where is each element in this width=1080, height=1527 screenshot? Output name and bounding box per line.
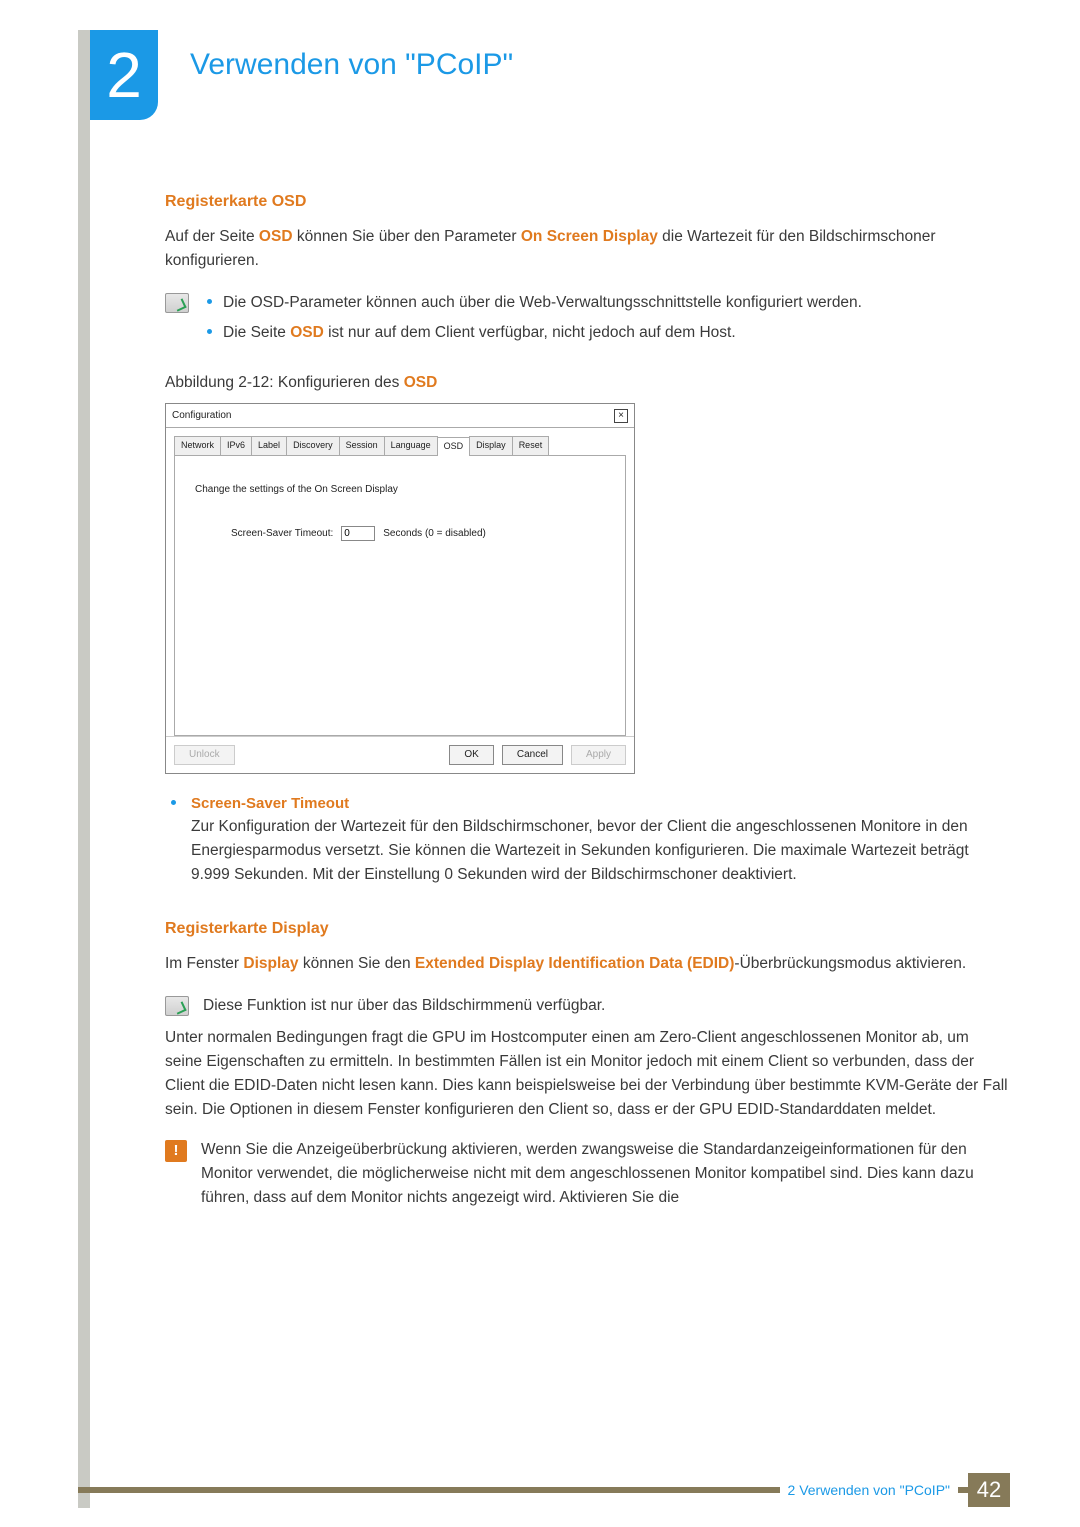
tab-language[interactable]: Language xyxy=(384,436,438,455)
bold-osd: OSD xyxy=(259,228,293,245)
chapter-title: Verwenden von "PCoIP" xyxy=(190,48,513,82)
cancel-button[interactable]: Cancel xyxy=(502,745,563,765)
tab-discovery[interactable]: Discovery xyxy=(286,436,340,455)
config-window-title: Configuration xyxy=(172,408,231,424)
decorative-left-stripe xyxy=(78,30,90,1508)
tab-display[interactable]: Display xyxy=(469,436,513,455)
screen-saver-suffix: Seconds (0 = disabled) xyxy=(383,526,486,542)
config-body-heading: Change the settings of the On Screen Dis… xyxy=(195,482,605,498)
tab-ipv6[interactable]: IPv6 xyxy=(220,436,252,455)
osd-notes-list: Die OSD-Parameter können auch über die W… xyxy=(203,291,1010,351)
tab-osd[interactable]: OSD xyxy=(437,437,471,456)
warning-icon: ! xyxy=(165,1140,187,1162)
osd-intro: Auf der Seite OSD können Sie über den Pa… xyxy=(165,225,1010,273)
config-window: Configuration × Network IPv6 Label Disco… xyxy=(165,403,635,774)
display-note: Diese Funktion ist nur über das Bildschi… xyxy=(203,994,1010,1018)
display-body: Unter normalen Bedingungen fragt die GPU… xyxy=(165,1026,1010,1122)
unlock-button[interactable]: Unlock xyxy=(174,745,235,765)
section-heading-display: Registerkarte Display xyxy=(165,917,1010,942)
chapter-number-badge: 2 xyxy=(90,30,158,120)
def-body-screen-saver: Zur Konfiguration der Wartezeit für den … xyxy=(191,815,1010,887)
tab-network[interactable]: Network xyxy=(174,436,221,455)
page-footer: 2 Verwenden von "PCoIP" 42 xyxy=(78,1473,1010,1507)
display-warning: Wenn Sie die Anzeigeüberbrückung aktivie… xyxy=(201,1138,1010,1210)
screen-saver-input[interactable] xyxy=(341,526,375,541)
footer-label: 2 Verwenden von "PCoIP" xyxy=(780,1482,958,1498)
display-intro: Im Fenster Display können Sie den Extend… xyxy=(165,952,1010,976)
apply-button[interactable]: Apply xyxy=(571,745,626,765)
osd-note-1: Die OSD-Parameter können auch über die W… xyxy=(203,291,1010,315)
bold-on-screen-display: On Screen Display xyxy=(521,228,658,245)
def-term-screen-saver: Screen-Saver Timeout xyxy=(191,792,1010,815)
section-heading-osd: Registerkarte OSD xyxy=(165,190,1010,215)
tab-session[interactable]: Session xyxy=(339,436,385,455)
note-icon xyxy=(165,293,189,313)
tab-label[interactable]: Label xyxy=(251,436,287,455)
config-tabs: Network IPv6 Label Discovery Session Lan… xyxy=(174,436,626,456)
close-icon[interactable]: × xyxy=(614,409,628,423)
ok-button[interactable]: OK xyxy=(449,745,493,765)
note-icon xyxy=(165,996,189,1016)
figure-caption: Abbildung 2-12: Konfigurieren des OSD xyxy=(165,371,1010,395)
page-number: 42 xyxy=(968,1473,1010,1507)
osd-note-2: Die Seite OSD ist nur auf dem Client ver… xyxy=(203,321,1010,345)
screen-saver-label: Screen-Saver Timeout: xyxy=(231,526,333,542)
tab-reset[interactable]: Reset xyxy=(512,436,550,455)
